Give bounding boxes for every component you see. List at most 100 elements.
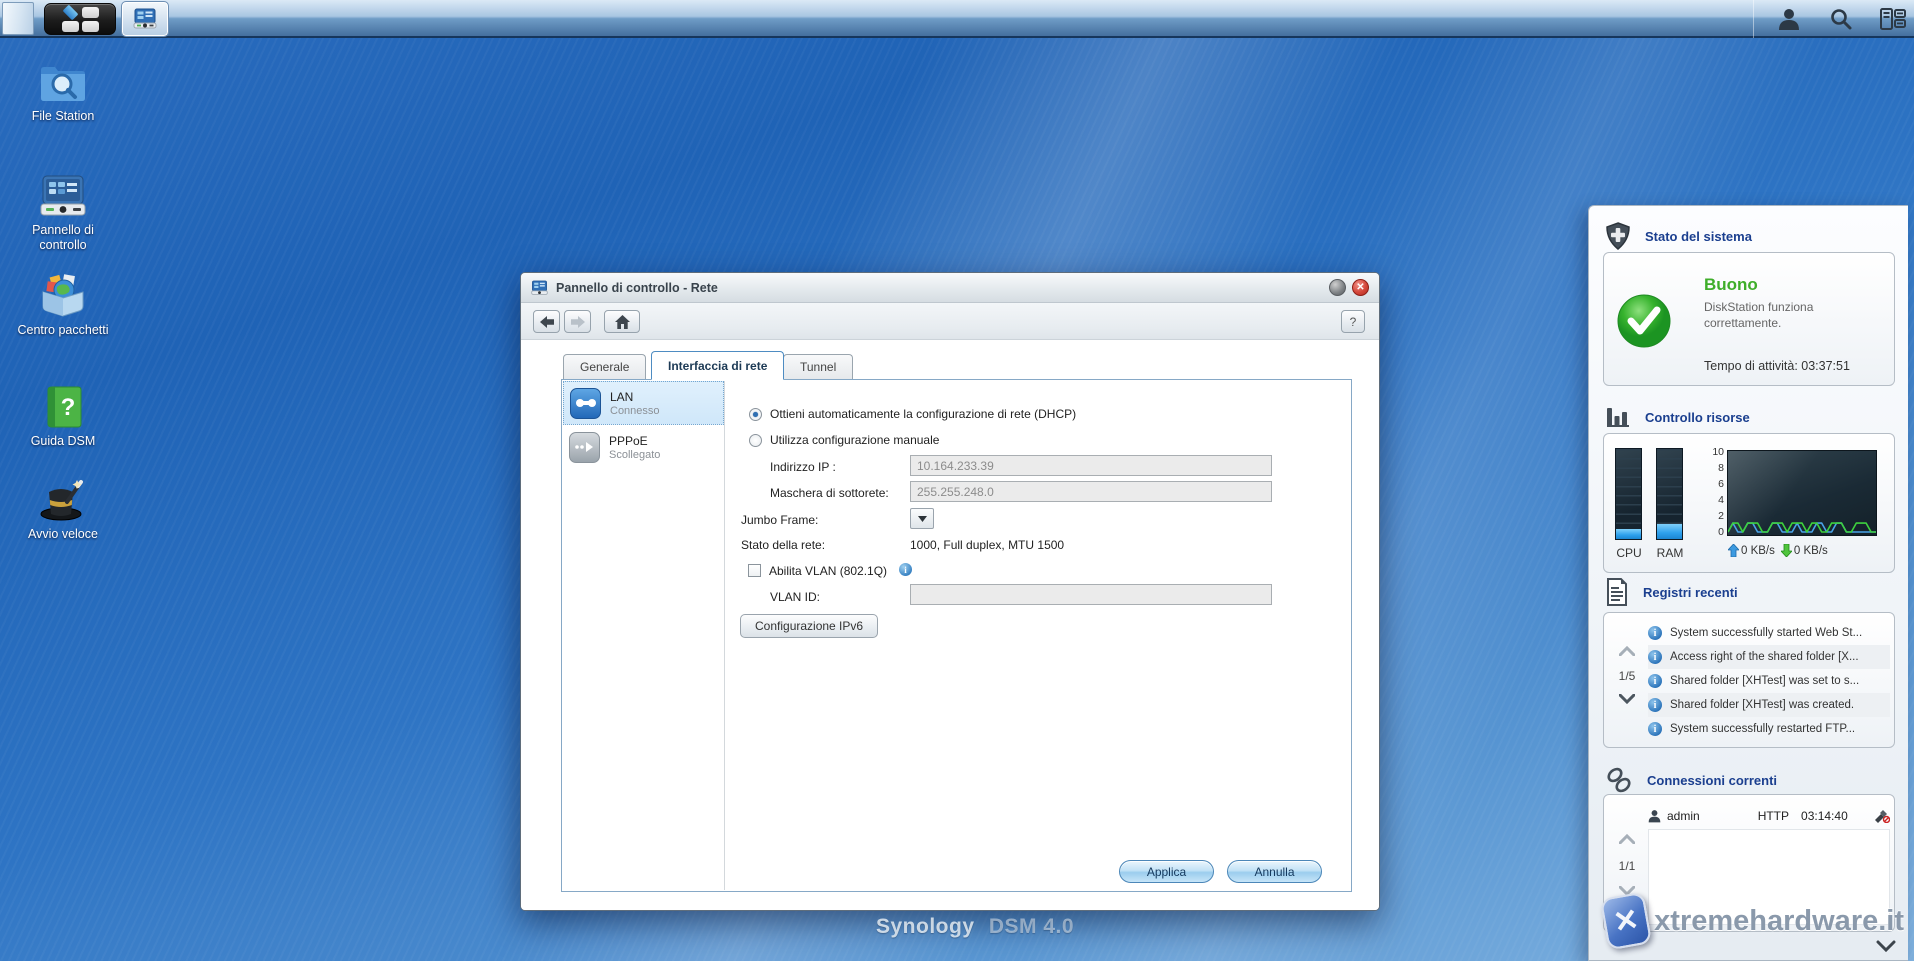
network-status-value: 1000, Full duplex, MTU 1500 (910, 538, 1064, 552)
ip-address-input[interactable] (910, 455, 1272, 476)
connection-protocol: HTTP (1758, 809, 1789, 823)
tab-generale[interactable]: Generale (563, 354, 646, 379)
interface-item-pppoe[interactable]: PPPoE Scollegato (563, 425, 724, 469)
section-title: Stato del sistema (1645, 229, 1752, 244)
taskbar-control-panel-button[interactable] (122, 2, 168, 36)
show-desktop-button[interactable] (2, 2, 34, 35)
shield-icon (1605, 222, 1631, 250)
vlan-checkbox-label: Abilita VLAN (802.1Q) (769, 564, 887, 578)
window-titlebar[interactable]: Pannello di controllo - Rete ✕ (521, 273, 1379, 303)
download-value: 0 KB/s (1794, 545, 1828, 557)
file-station-icon (8, 58, 118, 104)
svg-text:?: ? (61, 394, 76, 421)
document-icon (1605, 578, 1629, 606)
apply-button[interactable]: Applica (1119, 860, 1214, 883)
user-menu-button[interactable] (1776, 6, 1802, 32)
window-title-icon (531, 280, 548, 296)
network-status-label: Stato della rete: (741, 538, 825, 552)
back-arrow-icon (540, 316, 554, 328)
logs-page-up-icon[interactable] (1619, 646, 1635, 656)
manual-config-label: Utilizza configurazione manuale (770, 433, 939, 447)
desktop-icon-package-center[interactable]: Centro pacchetti (8, 272, 118, 338)
desktop-icon-label: Centro pacchetti (8, 323, 118, 338)
jumbo-frame-select[interactable] (910, 508, 934, 529)
search-button[interactable] (1828, 6, 1854, 32)
connections-header: Connessioni correnti (1605, 766, 1777, 794)
ram-label: RAM (1650, 546, 1690, 560)
dsm-watermark-brand: Synology (876, 915, 975, 938)
interface-status: Connesso (610, 405, 660, 417)
download-arrow-icon (1781, 544, 1792, 557)
info-icon: i (1648, 674, 1662, 688)
network-graph (1727, 450, 1877, 536)
tab-label: Generale (580, 360, 629, 374)
vlan-id-label: VLAN ID: (770, 590, 820, 604)
interface-name: PPPoE (609, 434, 660, 448)
network-graph-yticks: 108 64 20 (1696, 446, 1724, 538)
tab-tunnel[interactable]: Tunnel (783, 354, 853, 379)
subnet-mask-input[interactable] (910, 481, 1272, 502)
cpu-label: CPU (1609, 546, 1649, 560)
section-title: Controllo risorse (1645, 410, 1750, 425)
recent-logs-header: Registri recenti (1605, 578, 1738, 606)
help-button[interactable]: ? (1341, 310, 1365, 333)
xtremehardware-logo-icon: ✕ (1600, 892, 1653, 951)
desktop-icon-dsm-help[interactable]: ? Guida DSM (8, 383, 118, 449)
close-button[interactable]: ✕ (1352, 279, 1369, 296)
system-status-card: Buono DiskStation funziona correttamente… (1603, 252, 1895, 386)
log-entry: i Shared folder [XHTest] was set to s... (1648, 669, 1890, 693)
minimize-button[interactable] (1329, 279, 1346, 296)
logs-page-indicator: 1/5 (1608, 669, 1646, 683)
search-icon (1829, 7, 1853, 31)
uptime-text: Tempo di attività: 03:37:51 (1704, 359, 1850, 373)
lan-interface-icon (570, 388, 601, 419)
connections-page-up-icon[interactable] (1619, 834, 1635, 844)
home-button[interactable] (604, 310, 640, 333)
dhcp-radio[interactable] (749, 408, 762, 421)
network-graph-lines (1728, 451, 1876, 535)
widget-sidebar: Stato del sistema Buono DiskStation funz… (1588, 205, 1908, 961)
vlan-id-input[interactable] (910, 584, 1272, 605)
status-ok-icon (1616, 293, 1672, 349)
dsm-watermark-version: DSM 4.0 (989, 915, 1074, 938)
vlan-checkbox[interactable] (748, 564, 761, 577)
desktop-icon-quick-start[interactable]: Avvio veloce (8, 476, 118, 542)
interface-name: LAN (610, 390, 660, 404)
info-icon: i (1648, 722, 1662, 736)
system-status-header: Stato del sistema (1605, 222, 1752, 250)
logs-page-down-icon[interactable] (1619, 694, 1635, 704)
forward-button[interactable] (564, 310, 591, 333)
tab-interfaccia-di-rete[interactable]: Interfaccia di rete (651, 351, 784, 380)
log-entry: i System successfully restarted FTP... (1648, 717, 1890, 741)
main-menu-button[interactable] (44, 3, 116, 35)
ram-gauge-fill (1657, 524, 1682, 539)
window-toolbar: ? (521, 303, 1379, 340)
connections-pager: 1/1 (1608, 831, 1646, 901)
connection-user: admin (1667, 809, 1700, 823)
logs-pager: 1/5 (1608, 643, 1646, 709)
tab-content: LAN Connesso PPPoE Scollegato Ottien (561, 379, 1352, 892)
info-icon: i (1648, 626, 1662, 640)
kick-connection-icon[interactable] (1874, 809, 1890, 823)
interface-status: Scollegato (609, 449, 660, 461)
interface-item-lan[interactable]: LAN Connesso (563, 381, 724, 425)
cpu-gauge-fill (1616, 529, 1641, 539)
desktop-icon-file-station[interactable]: File Station (8, 58, 118, 124)
quick-start-icon (8, 476, 118, 522)
log-entry: i Access right of the shared folder [X..… (1648, 645, 1890, 669)
cancel-button[interactable]: Annulla (1227, 860, 1322, 883)
dsm-help-icon: ? (8, 383, 118, 429)
ipv6-config-button[interactable]: Configurazione IPv6 (740, 614, 878, 638)
subnet-mask-label: Maschera di sottorete: (770, 486, 889, 500)
ip-address-label: Indirizzo IP : (770, 460, 836, 474)
section-title: Connessioni correnti (1647, 773, 1777, 788)
pilot-view-button[interactable] (1880, 6, 1906, 32)
tab-label: Tunnel (800, 360, 836, 374)
manual-config-radio[interactable] (749, 434, 762, 447)
section-title: Registri recenti (1643, 585, 1738, 600)
site-watermark: ✕ xtremehardware.it (1604, 895, 1904, 947)
desktop-icon-control-panel[interactable]: Pannello di controllo (8, 172, 118, 253)
dsm-watermark: Synology DSM 4.0 (876, 915, 1074, 939)
vlan-info-icon[interactable]: i (899, 563, 912, 576)
back-button[interactable] (533, 310, 560, 333)
